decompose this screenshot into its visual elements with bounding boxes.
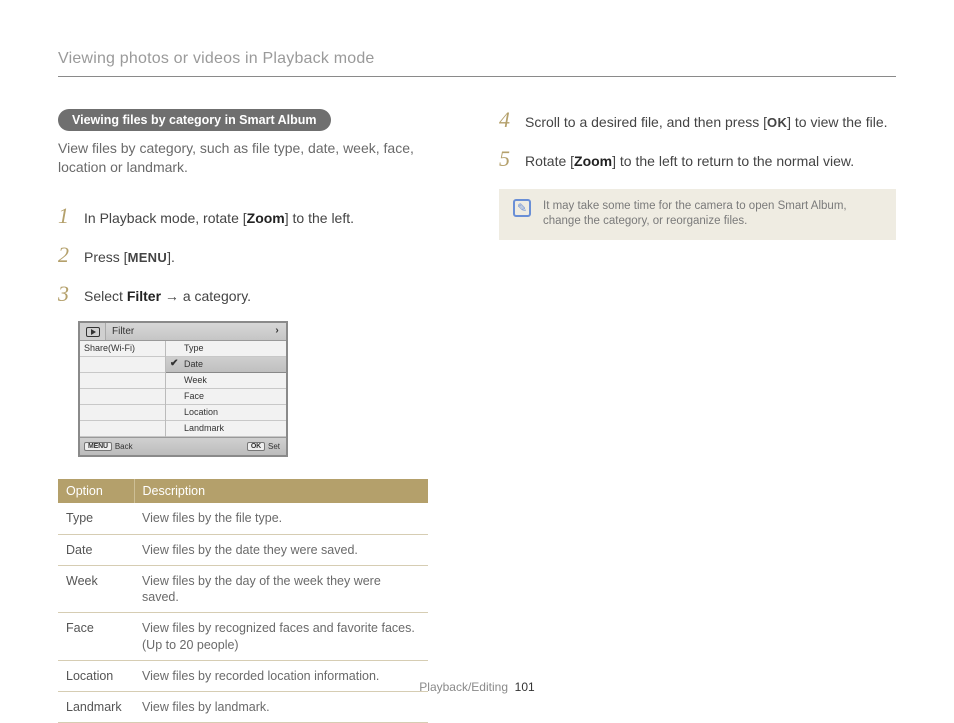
step-number: 3	[58, 283, 74, 305]
lcd-left-item	[80, 373, 165, 389]
footer-section: Playback/Editing	[419, 680, 508, 694]
step-4: 4 Scroll to a desired file, and then pre…	[499, 109, 896, 132]
table-row: DateView files by the date they were sav…	[58, 534, 428, 565]
table-row: WeekView files by the day of the week th…	[58, 565, 428, 613]
lcd-left-item	[80, 389, 165, 405]
lcd-option-type: Type	[166, 341, 286, 357]
left-column: Viewing files by category in Smart Album…	[58, 109, 455, 723]
desc-cell: View files by the file type.	[134, 503, 428, 534]
step-2: 2 Press [MENU].	[58, 244, 455, 267]
zoom-label: Zoom	[574, 153, 612, 169]
note-text: It may take some time for the camera to …	[543, 199, 882, 230]
table-row: TypeView files by the file type.	[58, 503, 428, 534]
lcd-right-pane: Type ✔ Date Week Face Location Landmark	[166, 341, 286, 437]
menu-label: MENU	[128, 250, 167, 265]
step-text: Select Filter → a category.	[84, 287, 251, 306]
desc-cell: View files by landmark.	[134, 692, 428, 723]
page-header: Viewing photos or videos in Playback mod…	[58, 50, 896, 77]
section-pill: Viewing files by category in Smart Album	[58, 109, 331, 131]
lcd-left-item: Share(Wi-Fi)	[80, 341, 165, 357]
lcd-body: Share(Wi-Fi) Type ✔ Date Week Face Locati…	[80, 341, 286, 437]
note-icon: ✎	[513, 199, 531, 217]
text: a category.	[183, 288, 251, 304]
text: ] to the left.	[285, 210, 354, 226]
lcd-left-item	[80, 421, 165, 437]
step-1: 1 In Playback mode, rotate [Zoom] to the…	[58, 205, 455, 228]
lcd-filter-label: Filter	[106, 323, 268, 340]
text: Date	[184, 359, 203, 369]
step-number: 1	[58, 205, 74, 227]
table-header-option: Option	[58, 479, 134, 503]
desc-cell: View files by the day of the week they w…	[134, 565, 428, 613]
text: In Playback mode, rotate [	[84, 210, 247, 226]
option-cell: Landmark	[58, 692, 134, 723]
step-text: In Playback mode, rotate [Zoom] to the l…	[84, 209, 354, 228]
lcd-option-landmark: Landmark	[166, 421, 286, 437]
lcd-option-face: Face	[166, 389, 286, 405]
text: ] to view the file.	[787, 114, 887, 130]
set-label: Set	[268, 442, 280, 451]
text: Select	[84, 288, 127, 304]
step-number: 2	[58, 244, 74, 266]
camera-lcd: Filter › Share(Wi-Fi) Type ✔ Date Week Fa…	[78, 321, 288, 457]
play-icon	[80, 323, 106, 340]
table-row: FaceView files by recognized faces and f…	[58, 613, 428, 661]
lcd-foot: MENU Back OK Set	[80, 437, 286, 455]
back-label: Back	[115, 442, 133, 451]
page-footer: Playback/Editing 101	[0, 680, 954, 694]
step-text: Scroll to a desired file, and then press…	[525, 113, 888, 132]
option-cell: Date	[58, 534, 134, 565]
desc-cell: View files by recognized faces and favor…	[134, 613, 428, 661]
desc-cell: View files by the date they were saved.	[134, 534, 428, 565]
step-number: 5	[499, 148, 515, 170]
step-5: 5 Rotate [Zoom] to the left to return to…	[499, 148, 896, 171]
text: ].	[167, 249, 175, 265]
lcd-option-date: ✔ Date	[166, 357, 286, 373]
intro-text: View files by category, such as file typ…	[58, 139, 455, 177]
chevron-right-icon: ›	[268, 323, 286, 340]
ok-label: OK	[767, 115, 787, 130]
filter-label: Filter	[127, 288, 161, 304]
step-text: Rotate [Zoom] to the left to return to t…	[525, 152, 854, 171]
step-text: Press [MENU].	[84, 248, 175, 267]
menu-button-icon: MENU	[84, 442, 112, 451]
check-icon: ✔	[170, 358, 178, 369]
right-column: 4 Scroll to a desired file, and then pre…	[499, 109, 896, 723]
lcd-option-location: Location	[166, 405, 286, 421]
text: Rotate [	[525, 153, 574, 169]
text: Press [	[84, 249, 128, 265]
lcd-left-item	[80, 357, 165, 373]
lcd-left-pane: Share(Wi-Fi)	[80, 341, 166, 437]
lcd-left-item	[80, 405, 165, 421]
option-cell: Type	[58, 503, 134, 534]
text: Scroll to a desired file, and then press…	[525, 114, 767, 130]
note-box: ✎ It may take some time for the camera t…	[499, 189, 896, 240]
ok-button-icon: OK	[247, 442, 265, 451]
lcd-title-bar: Filter ›	[80, 323, 286, 341]
table-row: LandmarkView files by landmark.	[58, 692, 428, 723]
step-3: 3 Select Filter → a category.	[58, 283, 455, 306]
arrow: →	[161, 288, 183, 304]
zoom-label: Zoom	[247, 210, 285, 226]
content-columns: Viewing files by category in Smart Album…	[58, 109, 896, 723]
option-cell: Week	[58, 565, 134, 613]
lcd-option-week: Week	[166, 373, 286, 389]
option-cell: Face	[58, 613, 134, 661]
step-number: 4	[499, 109, 515, 131]
table-header-description: Description	[134, 479, 428, 503]
footer-page-number: 101	[515, 680, 535, 694]
text: ] to the left to return to the normal vi…	[612, 153, 854, 169]
